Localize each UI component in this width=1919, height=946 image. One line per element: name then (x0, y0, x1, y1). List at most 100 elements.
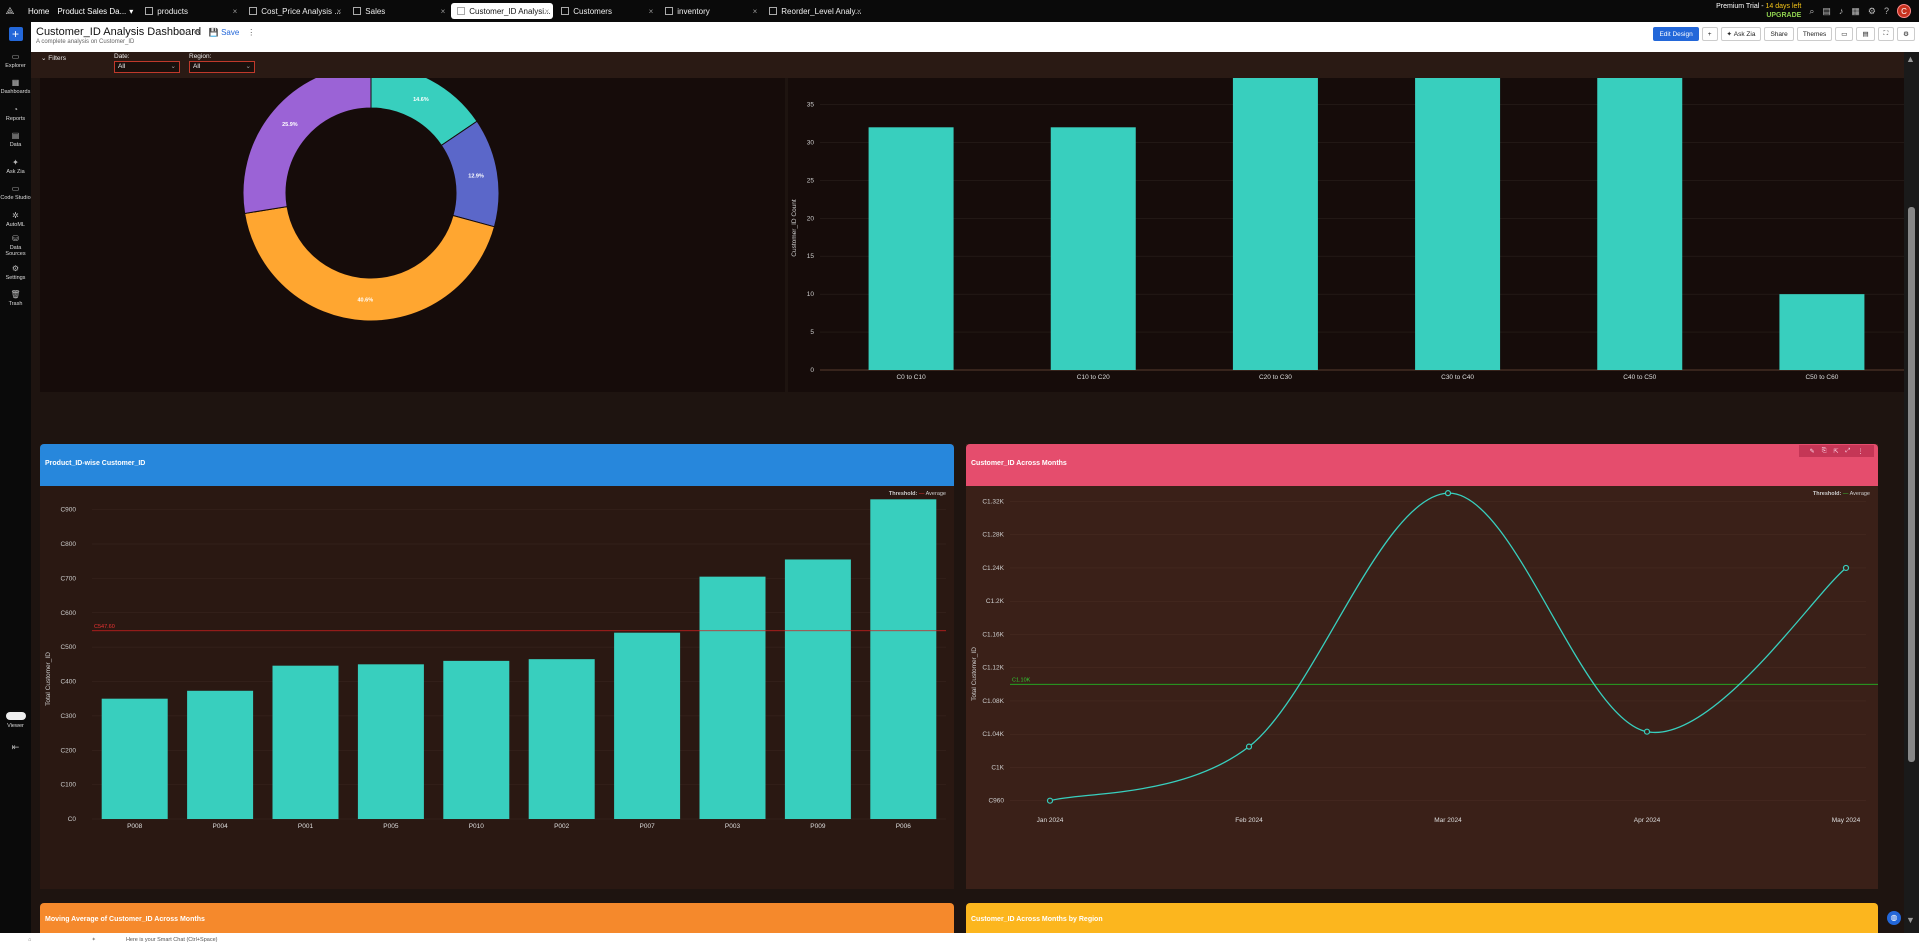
trial-label: Premium Trial - (1716, 3, 1764, 10)
sidebar-item-automl[interactable]: ✲ AutoML (0, 206, 31, 233)
bar (357, 664, 424, 819)
share-button[interactable]: Share (1764, 27, 1794, 41)
tab-label: products (157, 6, 188, 16)
tab-reorder-level-analysis[interactable]: Reorder_Level Analy... × (763, 3, 865, 19)
save-button[interactable]: 💾 Save (209, 28, 239, 37)
help-icon[interactable]: ? (1884, 6, 1889, 16)
comments-icon[interactable]: ▤ (1856, 27, 1875, 41)
sidebar-item-trash[interactable]: 🗑 Trash (0, 286, 31, 313)
close-icon[interactable]: × (753, 7, 758, 16)
sidebar-item-settings[interactable]: ⚙ Settings (0, 259, 31, 286)
close-icon[interactable]: × (857, 7, 862, 16)
x-tick-label: P004 (213, 823, 229, 830)
sidebar-item-ask-zia[interactable]: ✦ Ask Zia (0, 153, 31, 180)
ask-zia-button[interactable]: ✦ Ask Zia (1720, 27, 1762, 41)
tab-customers[interactable]: Customers × (555, 3, 657, 19)
more-options-icon[interactable]: ⋮ (247, 28, 255, 37)
data-point (1046, 797, 1054, 804)
create-new-button[interactable]: + (8, 27, 23, 41)
title-actions: ☆ ⟳ 💾 Save ⋮ (179, 28, 255, 37)
sidebar-item-label: Data (9, 142, 22, 149)
filters-toggle[interactable]: ⌄ Filters (41, 54, 66, 62)
y-axis-label: Total Customer_ID (971, 647, 978, 701)
x-tick-label: C0 to C10 (896, 374, 926, 381)
edit-icon[interactable]: ✎ (1810, 448, 1815, 455)
slice-label: 40.6% (358, 297, 374, 303)
tab-products[interactable]: products × (139, 3, 241, 19)
themes-button[interactable]: Themes (1796, 27, 1833, 41)
settings-icon[interactable]: ⚙ (1897, 27, 1915, 41)
sidebar-item-explorer[interactable]: ▭ Explorer (0, 47, 31, 74)
customer-id-count-panel: 0 5 10 15 20 25 30 35 C0 to C10 C10 to C20 C20 to … (788, 78, 1904, 392)
home-link[interactable]: Home (28, 7, 49, 16)
sidebar-item-label: Explorer (5, 62, 26, 69)
y-tick-label: C0 (68, 816, 77, 823)
scrollbar-thumb[interactable] (1908, 207, 1915, 762)
collapse-sidebar-icon[interactable]: ⇤ (0, 742, 31, 753)
close-icon[interactable]: × (649, 7, 654, 16)
sidebar-item-data[interactable]: ▤ Data (0, 127, 31, 154)
star-icon[interactable]: ☆ (179, 28, 186, 37)
zia-icon[interactable]: ✦ (91, 937, 96, 943)
fullscreen-icon[interactable]: ⛶ (1877, 27, 1895, 41)
sidebar-item-code-studio[interactable]: ▭ Code Studio (0, 180, 31, 207)
chevron-down-icon: ▾ (129, 6, 134, 16)
open-icon[interactable]: ⇱ (1834, 448, 1839, 455)
sidebar-item-dashboards[interactable]: ▦ Dashboards (0, 74, 31, 101)
chat-bubble-icon[interactable]: ◍ (1887, 911, 1901, 925)
y-tick-label: C1.32K (982, 498, 1004, 505)
tab-sales[interactable]: Sales × (347, 3, 449, 19)
table-icon (353, 7, 362, 15)
panel-title: Customer_ID Across Months by Region (966, 903, 1878, 933)
smart-chat-input[interactable]: Here is your Smart Chat (Ctrl+Space) (126, 937, 218, 943)
refresh-icon[interactable]: ⟳ (194, 28, 201, 37)
x-tick-label: C20 to C30 (1259, 374, 1292, 381)
sidebar-item-data-sources[interactable]: ⛁ Data Sources (0, 233, 31, 260)
sidebar-item-label: Code Studio (0, 195, 31, 202)
x-tick-label: C50 to C60 (1805, 374, 1838, 381)
y-tick-label: C1.12K (982, 665, 1004, 672)
apps-icon[interactable]: ▦ (1851, 6, 1860, 17)
toggle-switch[interactable] (5, 712, 26, 720)
bar (1232, 78, 1318, 370)
more-options-icon[interactable]: ⋮ (1857, 448, 1863, 455)
upgrade-link[interactable]: UPGRADE (1716, 11, 1801, 20)
viewer-toggle[interactable]: Viewer (0, 712, 31, 729)
scroll-up-icon[interactable]: ▲ (1906, 54, 1915, 64)
close-icon[interactable]: × (233, 7, 238, 16)
search-icon[interactable]: ⌕ (1809, 6, 1814, 17)
series-line (1049, 492, 1847, 802)
present-icon[interactable]: ▭ (1835, 27, 1854, 41)
copy-icon[interactable]: ⎘ (1822, 448, 1827, 455)
region-select[interactable]: All ⌄ (189, 61, 255, 73)
scroll-down-icon[interactable]: ▼ (1906, 915, 1915, 925)
y-tick-label: 25 (807, 177, 815, 184)
notes-icon[interactable]: ▤ (1822, 6, 1831, 17)
bell-icon[interactable]: ♪ (1839, 6, 1844, 16)
date-select[interactable]: All ⌄ (114, 61, 180, 73)
close-icon[interactable]: × (545, 7, 550, 16)
x-tick-label: P002 (554, 823, 570, 830)
header-buttons: Edit Design + ✦ Ask Zia Share Themes ▭ ▤… (1653, 27, 1915, 41)
panel-title: Customer_ID Across Months (966, 444, 1878, 486)
tab-inventory[interactable]: inventory × (659, 3, 761, 19)
sidebar-item-reports[interactable]: ◔ Reports (0, 100, 31, 127)
bar (868, 127, 954, 370)
reports-icon: ◔ (13, 104, 18, 114)
x-tick-label: C40 to C50 (1623, 374, 1656, 381)
add-button[interactable]: + (1701, 27, 1718, 41)
close-icon[interactable]: × (337, 7, 342, 16)
gear-icon[interactable]: ⚙ (1868, 6, 1876, 17)
workspace-selector[interactable]: Product Sales Da... ▾ (57, 7, 133, 16)
home-icon[interactable]: ⌂ (28, 937, 31, 943)
edit-design-button[interactable]: Edit Design (1653, 27, 1699, 41)
close-icon[interactable]: × (441, 7, 446, 16)
app-logo-icon[interactable]: ⟁ (0, 6, 20, 17)
avatar[interactable]: C (1897, 4, 1911, 18)
expand-icon[interactable]: ⤢ (1846, 448, 1851, 455)
sidebar-item-label: Settings (5, 274, 26, 281)
tab-cost-price-analysis[interactable]: Cost_Price Analysis ... × (243, 3, 345, 19)
y-axis-label: Customer_ID Count (791, 199, 798, 257)
vertical-scrollbar[interactable]: ▲ ▼ (1904, 52, 1919, 933)
tab-customer-id-analysis[interactable]: Customer_ID Analysi... × (451, 3, 554, 19)
